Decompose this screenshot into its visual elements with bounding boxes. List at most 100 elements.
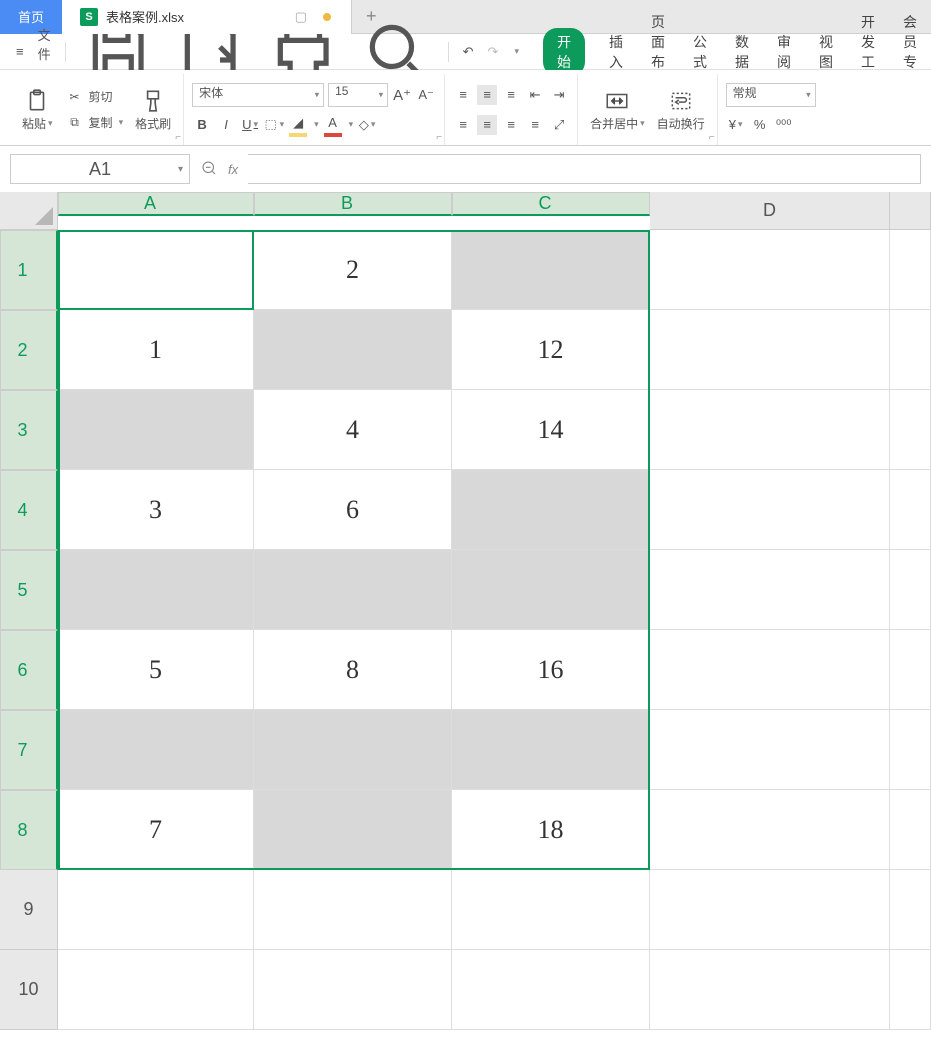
decrease-font-icon[interactable]: A⁻ [416,85,436,105]
cell-D9[interactable] [650,870,890,950]
cell-E4[interactable] [890,470,931,550]
select-all-corner[interactable] [0,192,58,230]
bold-button[interactable]: B [192,115,212,135]
cell-E3[interactable] [890,390,931,470]
paste-button[interactable]: 粘贴▾ [18,78,57,142]
cell-A8[interactable]: 7 [58,790,254,870]
align-top-icon[interactable]: ≡ [453,85,473,105]
redo-icon[interactable]: ↷ [482,40,505,64]
font-color-button[interactable]: A [323,113,343,137]
copy-button[interactable]: ⧉复制▾ [61,111,128,135]
cell-E5[interactable] [890,550,931,630]
cell-A10[interactable] [58,950,254,1030]
cell-B5[interactable] [254,550,452,630]
cell-D3[interactable] [650,390,890,470]
cell-E1[interactable] [890,230,931,310]
cell-E7[interactable] [890,710,931,790]
cell-C6[interactable]: 16 [452,630,650,710]
cell-A4[interactable]: 3 [58,470,254,550]
hamburger-icon[interactable]: ≡ [10,40,30,63]
currency-button[interactable]: ¥▾ [726,115,746,135]
cell-E8[interactable] [890,790,931,870]
align-right-icon[interactable]: ≡ [501,115,521,135]
cell-E2[interactable] [890,310,931,390]
format-painter-button[interactable]: 格式刷 [131,78,175,142]
undo-history-dropdown[interactable]: ▾ [508,42,525,61]
cell-B1[interactable]: 2 [254,230,452,310]
cell-E6[interactable] [890,630,931,710]
col-header-B[interactable]: B [254,192,452,216]
col-header-E[interactable] [890,192,931,230]
thousand-sep-button[interactable]: ⁰⁰⁰ [774,115,794,135]
align-left-icon[interactable]: ≡ [453,115,473,135]
name-box[interactable]: A1▾ [10,154,190,184]
justify-icon[interactable]: ≡ [525,115,545,135]
cell-D10[interactable] [650,950,890,1030]
row-header-4[interactable]: 4 [0,470,58,550]
cell-A7[interactable] [58,710,254,790]
cell-C8[interactable]: 18 [452,790,650,870]
cell-A1[interactable] [58,230,254,310]
percent-button[interactable]: % [750,115,770,135]
fill-color-dropdown[interactable]: ▾ [314,119,319,130]
col-header-C[interactable]: C [452,192,650,216]
cut-button[interactable]: ✂剪切 [61,85,128,109]
tab-view[interactable]: 视图 [815,28,837,76]
presenter-icon[interactable]: ▢ [295,9,307,25]
cell-A6[interactable]: 5 [58,630,254,710]
row-header-2[interactable]: 2 [0,310,58,390]
wrap-text-button[interactable]: 自动换行 [653,78,709,142]
align-launcher-icon[interactable]: ⌐ [709,132,715,143]
font-color-dropdown[interactable]: ▾ [349,119,354,130]
font-size-select[interactable]: 15▾ [328,83,388,107]
align-middle-icon[interactable]: ≡ [477,85,497,105]
cell-B9[interactable] [254,870,452,950]
undo-icon[interactable]: ↶ [457,40,480,64]
cell-B2[interactable] [254,310,452,390]
cell-B10[interactable] [254,950,452,1030]
cell-A5[interactable] [58,550,254,630]
formula-input[interactable] [248,154,921,184]
italic-button[interactable]: I [216,115,236,135]
cell-C4[interactable] [452,470,650,550]
row-header-3[interactable]: 3 [0,390,58,470]
cell-D8[interactable] [650,790,890,870]
cell-D5[interactable] [650,550,890,630]
cell-C1[interactable] [452,230,650,310]
underline-button[interactable]: U▾ [240,115,260,135]
cell-C3[interactable]: 14 [452,390,650,470]
cell-C10[interactable] [452,950,650,1030]
row-header-9[interactable]: 9 [0,870,58,950]
cell-B8[interactable] [254,790,452,870]
cell-C2[interactable]: 12 [452,310,650,390]
merge-center-button[interactable]: 合并居中▾ [586,78,649,142]
cell-E9[interactable] [890,870,931,950]
row-header-7[interactable]: 7 [0,710,58,790]
cell-B6[interactable]: 8 [254,630,452,710]
cell-B3[interactable]: 4 [254,390,452,470]
cell-C7[interactable] [452,710,650,790]
number-format-select[interactable]: 常规▾ [726,83,816,107]
border-button[interactable]: ▾ [264,115,284,135]
row-header-5[interactable]: 5 [0,550,58,630]
row-header-6[interactable]: 6 [0,630,58,710]
tab-insert[interactable]: 插入 [605,28,627,76]
fill-color-button[interactable]: ◢ [288,113,308,137]
font-launcher-icon[interactable]: ⌐ [436,132,442,143]
fx-icon[interactable]: fx [228,162,238,177]
cell-D1[interactable] [650,230,890,310]
tab-review[interactable]: 审阅 [773,28,795,76]
tab-data[interactable]: 数据 [731,28,753,76]
row-header-8[interactable]: 8 [0,790,58,870]
clipboard-launcher-icon[interactable]: ⌐ [175,132,181,143]
cancel-formula-icon[interactable] [200,159,218,180]
cell-B4[interactable]: 6 [254,470,452,550]
increase-font-icon[interactable]: A⁺ [392,85,412,105]
document-tab[interactable]: S 表格案例.xlsx ▢ [62,0,352,34]
cell-D2[interactable] [650,310,890,390]
col-header-A[interactable]: A [58,192,254,216]
align-bottom-icon[interactable]: ≡ [501,85,521,105]
col-header-D[interactable]: D [650,192,890,230]
cell-A3[interactable] [58,390,254,470]
tab-start[interactable]: 开始 [543,28,585,76]
